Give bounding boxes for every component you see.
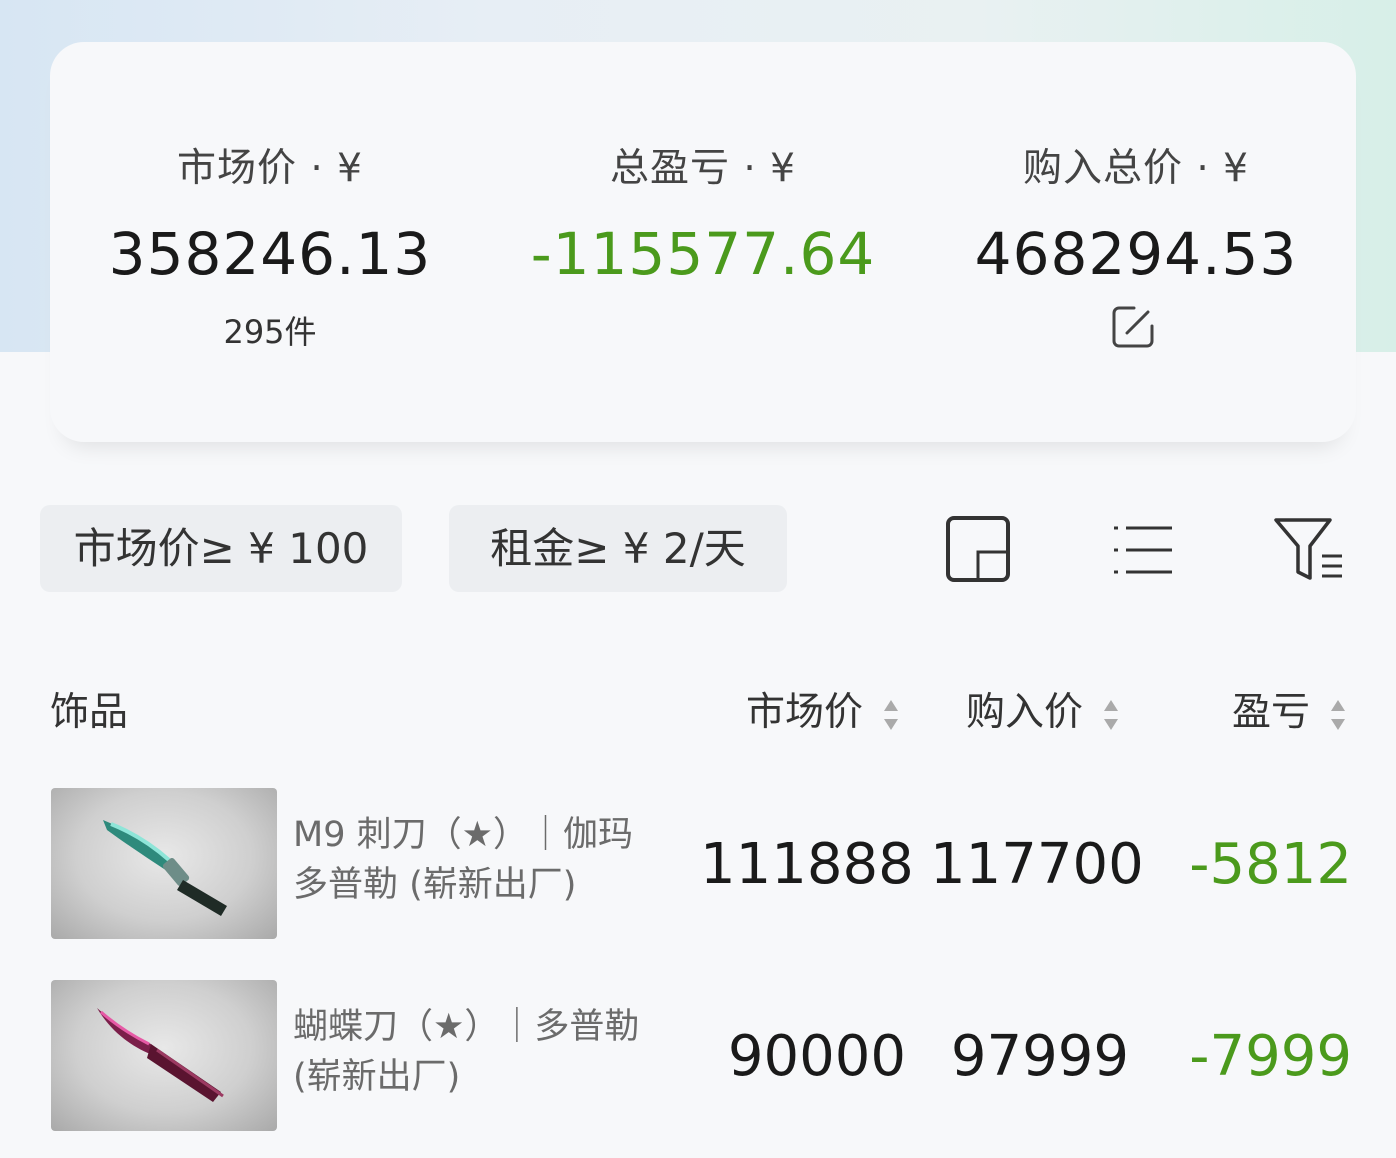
- filter-rent[interactable]: 租金≥ ¥ 2/天: [449, 505, 787, 592]
- header-purchase-price[interactable]: 购入价: [966, 688, 1121, 738]
- edit-icon[interactable]: [1110, 304, 1156, 350]
- item-name-line2: (崭新出厂): [293, 1057, 461, 1097]
- purchase-price-cell: 117700: [930, 832, 1144, 897]
- total-pnl-amount: -115577.64: [530, 220, 876, 288]
- item-name-line2: 多普勒 (崭新出厂): [293, 865, 577, 905]
- market-value-label: 市场价 · ¥: [176, 146, 363, 191]
- item-thumbnail: [51, 980, 277, 1131]
- list-view-icon[interactable]: [1110, 512, 1176, 584]
- header-pnl[interactable]: 盈亏: [1232, 688, 1348, 738]
- item-name: M9 刺刀（★）｜伽玛 多普勒 (崭新出厂): [293, 810, 683, 910]
- market-price-cell: 111888: [700, 832, 914, 897]
- pnl-cell: -7999: [1189, 1024, 1352, 1089]
- card-view-icon[interactable]: [944, 512, 1012, 584]
- summary-card: 市场价 · ¥ 358246.13 295件 总盈亏 · ¥ -115577.6…: [50, 42, 1356, 442]
- knife-image: [97, 1008, 224, 1102]
- sort-arrows-icon[interactable]: [1101, 697, 1121, 733]
- header-pnl-label: 盈亏: [1232, 690, 1311, 735]
- total-pnl-label: 总盈亏 · ¥: [609, 146, 796, 191]
- table-row[interactable]: M9 刺刀（★）｜伽玛 多普勒 (崭新出厂) 111888 117700 -58…: [0, 788, 1396, 943]
- market-price-cell: 90000: [727, 1024, 906, 1089]
- purchase-price-cell: 97999: [950, 1024, 1129, 1089]
- header-item: 饰品: [50, 690, 129, 735]
- item-thumbnail: [51, 788, 277, 939]
- item-name-line1: M9 刺刀（★）｜伽玛: [293, 815, 633, 855]
- pnl-cell: -5812: [1189, 832, 1352, 897]
- item-name-line1: 蝴蝶刀（★）｜多普勒: [293, 1007, 640, 1047]
- knife-image: [103, 820, 227, 916]
- table-row[interactable]: 蝴蝶刀（★）｜多普勒 (崭新出厂) 90000 97999 -7999: [0, 980, 1396, 1135]
- item-name: 蝴蝶刀（★）｜多普勒 (崭新出厂): [293, 1002, 683, 1102]
- sort-arrows-icon[interactable]: [1328, 697, 1348, 733]
- item-count: 295件: [223, 313, 317, 351]
- header-market-price-label: 市场价: [746, 690, 864, 735]
- filter-icon[interactable]: [1272, 512, 1346, 584]
- market-value-amount: 358246.13: [108, 220, 432, 288]
- header-purchase-price-label: 购入价: [966, 690, 1084, 735]
- filter-market-price[interactable]: 市场价≥ ¥ 100: [40, 505, 402, 592]
- header-market-price[interactable]: 市场价: [746, 688, 901, 738]
- sort-arrows-icon[interactable]: [881, 697, 901, 733]
- purchase-total-amount: 468294.53: [974, 220, 1298, 288]
- purchase-total-label: 购入总价 · ¥: [1022, 146, 1249, 191]
